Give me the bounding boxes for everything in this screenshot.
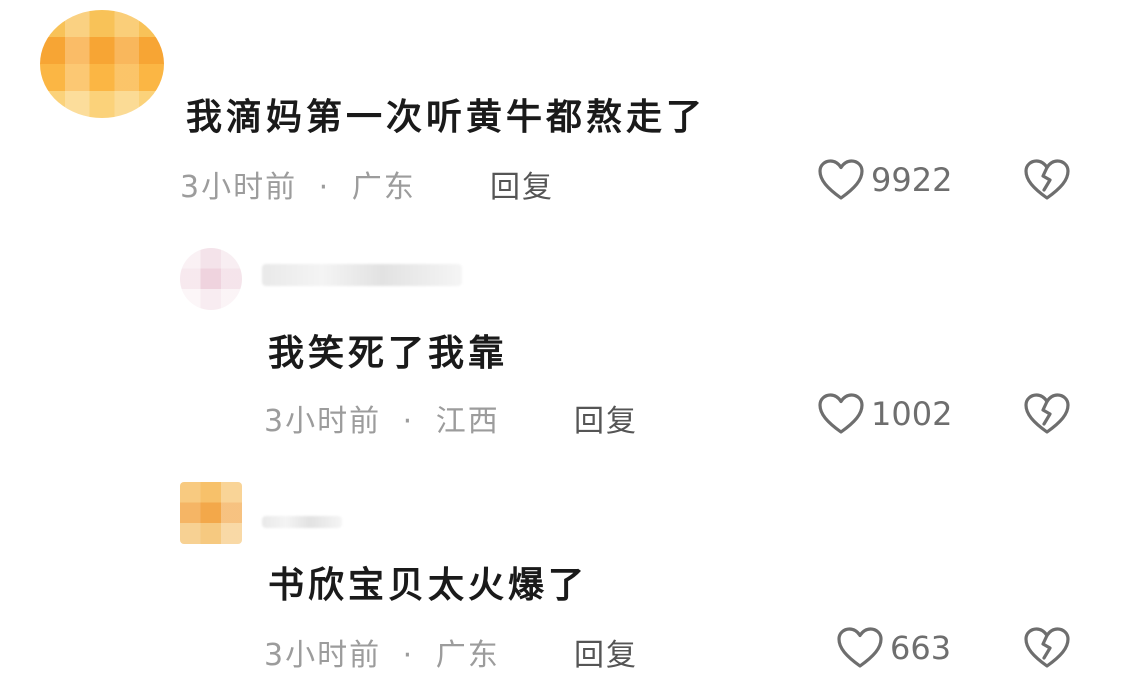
comment-location: 广东 bbox=[351, 170, 416, 205]
reply-button[interactable]: 回复 bbox=[574, 630, 638, 674]
like-count: 9922 bbox=[871, 161, 953, 199]
username[interactable] bbox=[262, 516, 342, 528]
heart-outline-icon bbox=[837, 627, 883, 668]
comment-time: 3小时前 bbox=[264, 638, 382, 673]
comment-text: 我笑死了我靠 bbox=[268, 333, 509, 374]
avatar[interactable] bbox=[180, 482, 242, 544]
comment-time: 3小时前 bbox=[180, 170, 298, 205]
meta-separator: · bbox=[402, 404, 415, 439]
dislike-button[interactable] bbox=[1023, 158, 1071, 206]
comment-meta: 3小时前 · 江西 bbox=[264, 396, 500, 440]
comment-meta: 3小时前 · 广东 bbox=[264, 630, 500, 674]
like-count: 663 bbox=[890, 629, 952, 667]
meta-separator: · bbox=[402, 638, 415, 673]
like-button[interactable]: 663 bbox=[836, 626, 951, 670]
like-button[interactable]: 9922 bbox=[817, 158, 952, 202]
broken-heart-icon bbox=[1024, 159, 1070, 200]
comment-text: 书欣宝贝太火爆了 bbox=[268, 565, 589, 606]
dislike-button[interactable] bbox=[1023, 392, 1071, 440]
comment-time: 3小时前 bbox=[264, 404, 382, 439]
comment-location: 江西 bbox=[435, 404, 500, 439]
comment-text: 我滴妈第一次听黄牛都熬走了 bbox=[186, 97, 707, 138]
dislike-button[interactable] bbox=[1023, 626, 1071, 674]
avatar[interactable] bbox=[40, 10, 164, 118]
heart-outline-icon bbox=[818, 393, 864, 434]
reply-button[interactable]: 回复 bbox=[574, 396, 638, 440]
like-count: 1002 bbox=[871, 395, 953, 433]
comment-meta: 3小时前 · 广东 bbox=[180, 162, 416, 206]
username[interactable] bbox=[262, 264, 462, 286]
like-button[interactable]: 1002 bbox=[817, 392, 952, 436]
meta-separator: · bbox=[318, 170, 331, 205]
avatar[interactable] bbox=[180, 248, 242, 310]
reply-button[interactable]: 回复 bbox=[490, 162, 554, 206]
broken-heart-icon bbox=[1024, 627, 1070, 668]
heart-outline-icon bbox=[818, 159, 864, 200]
broken-heart-icon bbox=[1024, 393, 1070, 434]
comment-location: 广东 bbox=[435, 638, 500, 673]
